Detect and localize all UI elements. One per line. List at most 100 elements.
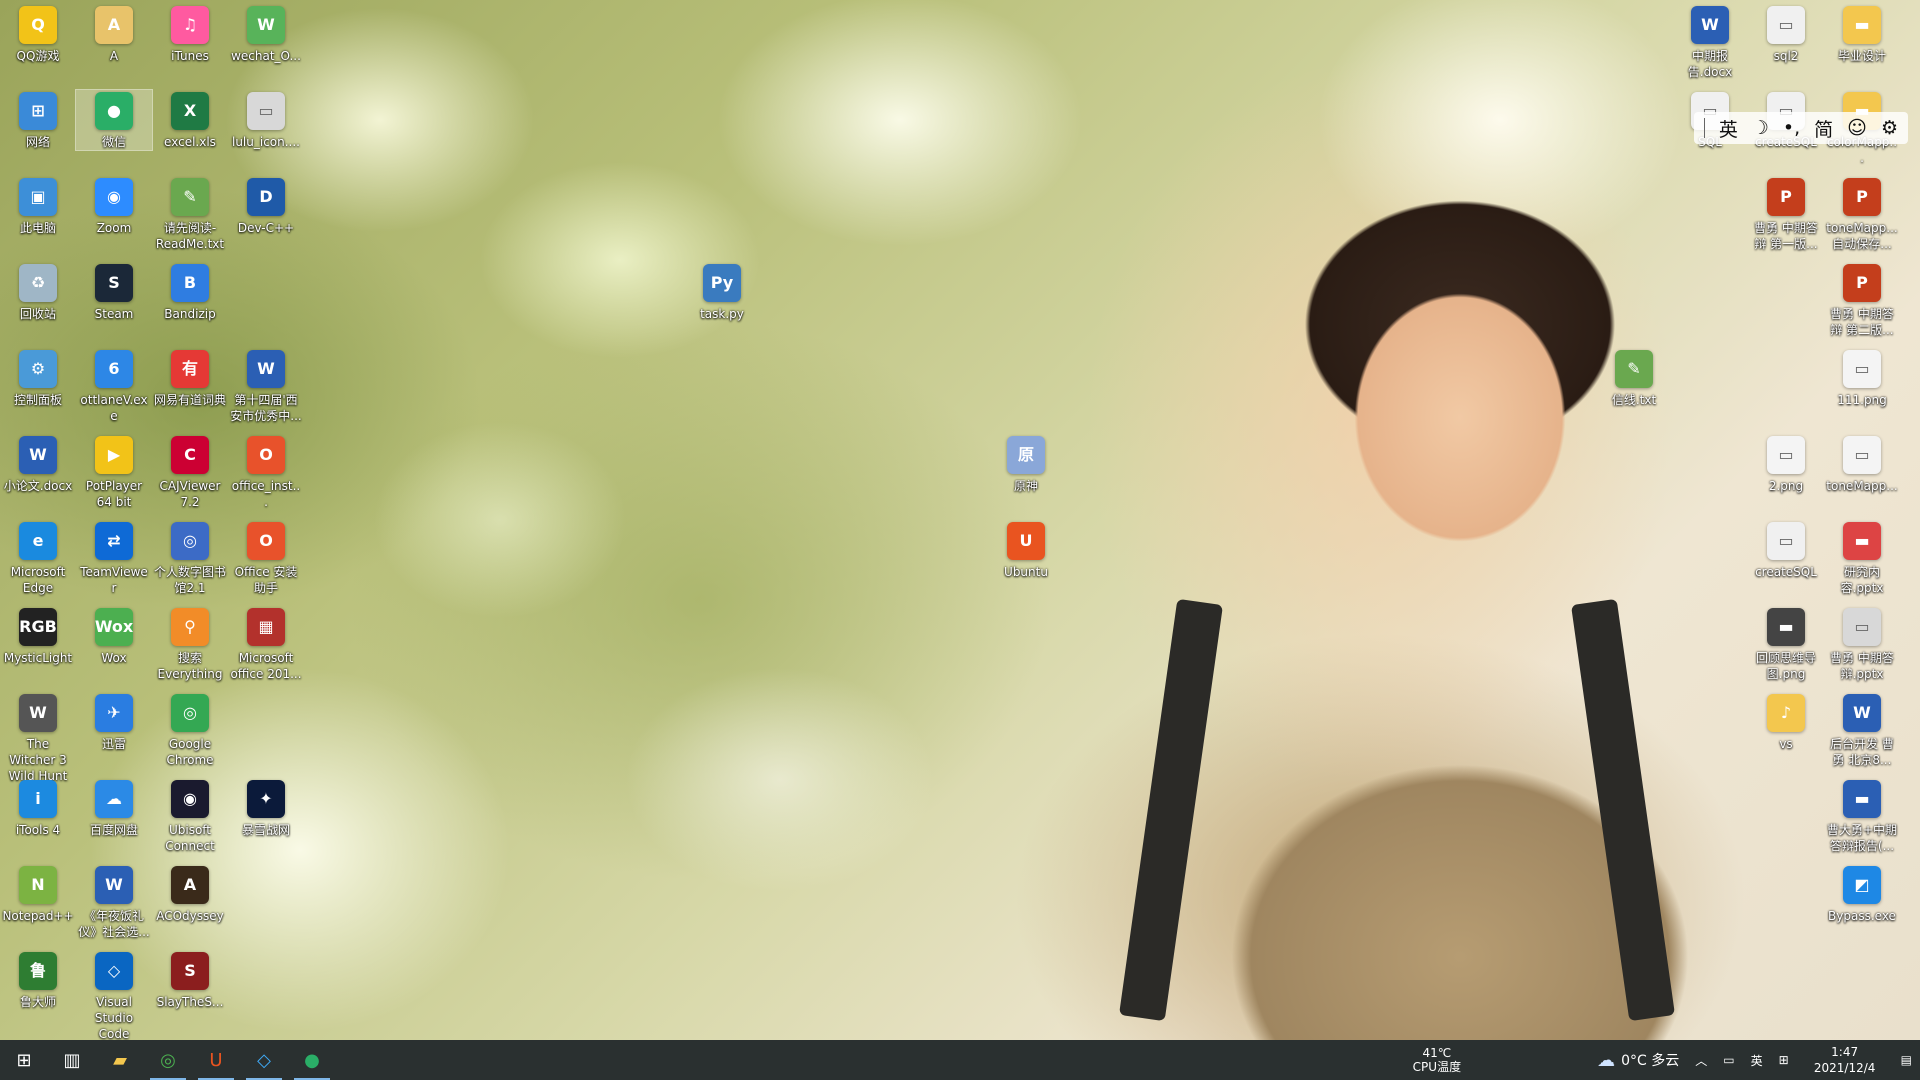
ime-emoji-icon[interactable]: ☺ bbox=[1847, 117, 1867, 139]
desktop-icon-label: QQ游戏 bbox=[16, 49, 60, 63]
desktop-icon-lulu[interactable]: ▭ lulu_icon.... bbox=[228, 90, 304, 150]
desktop[interactable]: Q QQ游戏 A A ♫ iTunes Wwechat_O... ⊞ 网络 ● 微信 Xexcel.x… bbox=[0, 0, 1920, 1040]
desktop-icon-tonemap1[interactable]: PtoneMapp... 自动保存... bbox=[1824, 176, 1900, 252]
desktop-icon-youdao[interactable]: 有网易有道词典 bbox=[152, 348, 228, 408]
desktop-icon-label: Office 安装助手 bbox=[234, 565, 298, 595]
desktop-icon-ubuntu[interactable]: U Ubuntu bbox=[988, 520, 1064, 580]
desktop-icon-zoom[interactable]: ◉ Zoom bbox=[76, 176, 152, 236]
show-hidden-icons-button[interactable]: ︿ bbox=[1687, 1040, 1715, 1080]
desktop-icon-xunlei[interactable]: ✈ 迅雷 bbox=[76, 692, 152, 752]
desktop-icon-biye[interactable]: ▬ 毕业设计 bbox=[1824, 4, 1900, 64]
officehelper-icon: O bbox=[247, 522, 285, 560]
weather-widget[interactable]: ☁ 0°C 多云 bbox=[1589, 1040, 1687, 1080]
desktop-icon-label: 请先阅读-ReadMe.txt bbox=[155, 221, 225, 251]
desktop-icon-office2010[interactable]: ▦ Microsoft office 201... bbox=[228, 606, 304, 682]
desktop-icon-ppt1[interactable]: P 曹勇 中期答辩 第一版... bbox=[1748, 176, 1824, 252]
ime-punctuation-toggle[interactable]: •, bbox=[1783, 117, 1800, 139]
ime-settings-icon[interactable]: ⚙ bbox=[1881, 117, 1898, 139]
desktop-icon-library[interactable]: ◎ 个人数字图书馆2.1 bbox=[152, 520, 228, 596]
desktop-icon-vs[interactable]: ♪ vs bbox=[1748, 692, 1824, 752]
desktop-icon-huixiang[interactable]: ▬ 回顾思维导图.png bbox=[1748, 606, 1824, 682]
input-mode-icon[interactable]: ⊞ bbox=[1771, 1040, 1797, 1080]
desktop-icon-notepadpp[interactable]: N Notepad++ bbox=[0, 864, 76, 924]
desktop-icon-itunes[interactable]: ♫ iTunes bbox=[152, 4, 228, 64]
desktop-icon-yuanshen[interactable]: 原原神 bbox=[988, 434, 1064, 494]
ime-simplified-toggle[interactable]: 简 bbox=[1814, 115, 1833, 142]
desktop-icon-tonemap2[interactable]: ▭ toneMapp... bbox=[1824, 434, 1900, 494]
desktop-icon-network[interactable]: ⊞ 网络 bbox=[0, 90, 76, 150]
desktop-icon-witcher[interactable]: W The Witcher 3 Wild Hunt bbox=[0, 692, 76, 784]
desktop-icon-everything[interactable]: ⚲ 搜索 Everything bbox=[152, 606, 228, 682]
desktop-icon-teamviewer[interactable]: ⇄ TeamViewer bbox=[76, 520, 152, 596]
taskbar-task-view-button[interactable]: ▥ bbox=[48, 1040, 96, 1080]
desktop-icon-label: Bandizip bbox=[164, 307, 216, 321]
desktop-icon-itools[interactable]: i iTools 4 bbox=[0, 778, 76, 838]
desktop-icon-sql2[interactable]: ▭ sql2 bbox=[1748, 4, 1824, 64]
desktop-icon-cajviewer[interactable]: C CAJViewer 7.2 bbox=[152, 434, 228, 510]
desktop-icon-bandizip[interactable]: B Bandizip bbox=[152, 262, 228, 322]
input-language-button[interactable]: 英 bbox=[1743, 1040, 1771, 1080]
xunlei-icon: ✈ bbox=[95, 694, 133, 732]
ime-toolbar[interactable]: 英 ☽ •, 简 ☺ ⚙ bbox=[1693, 112, 1908, 144]
desktop-icon-steam[interactable]: S Steam bbox=[76, 262, 152, 322]
desktop-icon-qq[interactable]: Q QQ游戏 bbox=[0, 4, 76, 64]
wallpaper-strap-left bbox=[1118, 598, 1224, 1022]
desktop-icon-a[interactable]: AA bbox=[76, 4, 152, 64]
taskbar-chrome-button[interactable]: ◎ bbox=[144, 1040, 192, 1080]
desktop-icon-yanjiu[interactable]: ▬ 研究内容.pptx bbox=[1824, 520, 1900, 596]
ime-language-toggle[interactable]: 英 bbox=[1719, 115, 1738, 142]
desktop-icon-slaythespire[interactable]: S SlayTheS... bbox=[152, 950, 228, 1010]
desktop-icon-devcpp[interactable]: D Dev-C++ bbox=[228, 176, 304, 236]
taskbar-wechat-button[interactable]: ● bbox=[288, 1040, 336, 1080]
desktop-icon-zhongqi[interactable]: W 中期报告.docx bbox=[1672, 4, 1748, 80]
lulu-icon: ▭ bbox=[247, 92, 285, 130]
desktop-icon-xian[interactable]: W 第十四届'西安市优秀中... bbox=[228, 348, 304, 424]
desktop-icon-bypass[interactable]: ◩ Bypass.exe bbox=[1824, 864, 1900, 924]
desktop-icon-acodyssey[interactable]: A ACOdyssey bbox=[152, 864, 228, 924]
desktop-icon-png111[interactable]: ▭ 111.png bbox=[1824, 348, 1900, 408]
desktop-icon-ppt2[interactable]: P 曹勇 中期答辩 第二版... bbox=[1824, 262, 1900, 338]
desktop-icon-recycle[interactable]: ♻ 回收站 bbox=[0, 262, 76, 322]
desktop-icon-officehelper[interactable]: O Office 安装助手 bbox=[228, 520, 304, 596]
desktop-icon-edge[interactable]: e Microsoft Edge bbox=[0, 520, 76, 596]
desktop-icon-ppt3[interactable]: ▭ 曹勇 中期答辩.pptx bbox=[1824, 606, 1900, 682]
desktop-icon-wox[interactable]: Wox Wox bbox=[76, 606, 152, 666]
desktop-icon-control[interactable]: ⚙ 控制面板 bbox=[0, 348, 76, 408]
desktop-icon-label: Visual Studio Code bbox=[94, 995, 134, 1040]
cpu-temp-widget[interactable]: 41℃ CPU温度 bbox=[1405, 1040, 1469, 1080]
desktop-icon-xiaolunwen[interactable]: W 小论文.docx bbox=[0, 434, 76, 494]
desktop-icon-caoyong[interactable]: ▬ 曹大勇+中期答辩报告(... bbox=[1824, 778, 1900, 854]
desktop-icon-png2[interactable]: ▭ 2.png bbox=[1748, 434, 1824, 494]
desktop-icon-chrome[interactable]: ◎ Google Chrome bbox=[152, 692, 228, 768]
desktop-icon-readme[interactable]: ✎ 请先阅读-ReadMe.txt bbox=[152, 176, 228, 252]
desktop-icon-baiduyun[interactable]: ☁ 百度网盘 bbox=[76, 778, 152, 838]
desktop-icon-xinjian[interactable]: ✎ 信线.txt bbox=[1596, 348, 1672, 408]
desktop-icon-battlenet[interactable]: ✦ 暴雪战网 bbox=[228, 778, 304, 838]
desktop-icon-createsql[interactable]: ▭ createSQL bbox=[1748, 520, 1824, 580]
clock[interactable]: 1:47 2021/12/4 bbox=[1797, 1040, 1893, 1080]
desktop-icon-nianye[interactable]: W 《年夜饭礼仪》社会选... bbox=[76, 864, 152, 940]
desktop-icon-label: 曹勇 中期答辩 第一版... bbox=[1754, 221, 1818, 251]
desktop-icon-office_inst[interactable]: Ooffice_inst... bbox=[228, 434, 304, 510]
task-view-icon: ▥ bbox=[63, 1049, 81, 1071]
desktop-icon-houtai[interactable]: W 后台开发 曹勇 北京8... bbox=[1824, 692, 1900, 768]
taskbar-start-button[interactable]: ⊞ bbox=[0, 1040, 48, 1080]
taskbar-vscode-button[interactable]: ◇ bbox=[240, 1040, 288, 1080]
desktop-icon-mysticlight[interactable]: RGB MysticLight bbox=[0, 606, 76, 666]
network-icon[interactable]: ▭ bbox=[1715, 1040, 1742, 1080]
desktop-icon-wechat_o[interactable]: Wwechat_O... bbox=[228, 4, 304, 64]
notification-center-button[interactable]: ▤ bbox=[1893, 1040, 1920, 1080]
desktop-icon-weixin[interactable]: ● 微信 bbox=[75, 89, 153, 151]
desktop-icon-vscode[interactable]: ◇ Visual Studio Code bbox=[76, 950, 152, 1040]
desktop-icon-excel[interactable]: Xexcel.xls bbox=[152, 90, 228, 150]
xinjian-icon: ✎ bbox=[1615, 350, 1653, 388]
desktop-icon-thispc[interactable]: ▣ 此电脑 bbox=[0, 176, 76, 236]
desktop-icon-potplayer[interactable]: ▶ PotPlayer 64 bit bbox=[76, 434, 152, 510]
desktop-icon-ubisoft[interactable]: ◉ Ubisoft Connect bbox=[152, 778, 228, 854]
desktop-icon-ottlane[interactable]: 6 ottlaneV.exe bbox=[76, 348, 152, 424]
ime-moon-icon[interactable]: ☽ bbox=[1752, 117, 1769, 139]
desktop-icon-taskpy[interactable]: Py task.py bbox=[684, 262, 760, 322]
taskbar-file-explorer-button[interactable]: ▰ bbox=[96, 1040, 144, 1080]
taskbar-ubuntu-button[interactable]: U bbox=[192, 1040, 240, 1080]
desktop-icon-ludashi[interactable]: 鲁鲁大师 bbox=[0, 950, 76, 1010]
